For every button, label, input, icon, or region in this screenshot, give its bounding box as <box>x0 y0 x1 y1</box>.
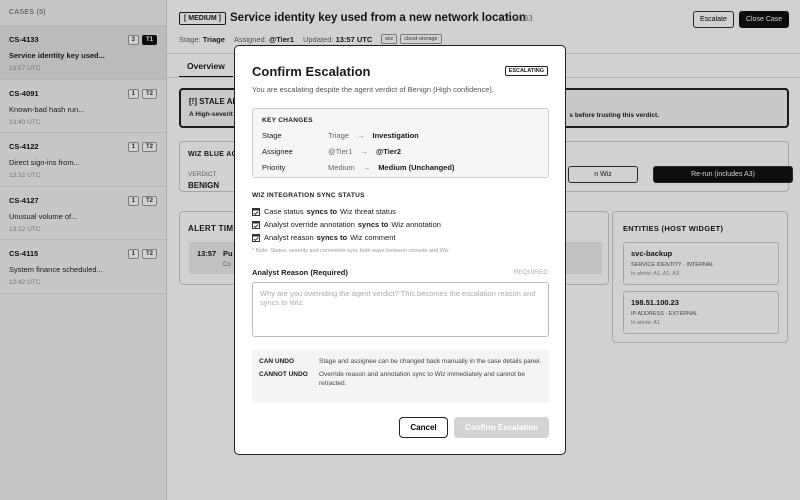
dialog-subtitle: You are escalating despite the agent ver… <box>252 85 494 94</box>
change-label: Priority <box>262 163 286 172</box>
change-label: Stage <box>262 131 282 140</box>
sync-target: Wiz threat status <box>340 207 396 216</box>
sync-status-heading: WIZ INTEGRATION SYNC STATUS <box>252 192 365 199</box>
can-undo-row: CAN UNDO Stage and assignee can be chang… <box>259 357 542 366</box>
sync-row: Analyst override annotation syncs to Wiz a… <box>252 220 441 229</box>
cannot-undo-row: CANNOT UNDO Override reason and annotati… <box>259 370 542 388</box>
key-changes-heading: KEY CHANGES <box>262 117 313 124</box>
analyst-reason-textarea[interactable] <box>252 282 549 337</box>
sync-source: Analyst reason <box>264 233 314 242</box>
change-to: @Tier2 <box>375 147 402 156</box>
sync-row: Analyst reason syncs to Wiz comment <box>252 233 395 242</box>
app: CASES (5) CS-4133 3 T1 Service identity k… <box>0 0 800 500</box>
sync-verb: syncs to <box>306 207 338 216</box>
sync-source: Case status <box>264 207 304 216</box>
cannot-undo-text: Override reason and annotation sync to W… <box>319 371 525 387</box>
can-undo-text: Stage and assignee can be changed back m… <box>319 358 542 365</box>
dialog-title: Confirm Escalation <box>252 64 371 79</box>
change-to: Medium (Unchanged) <box>378 163 455 172</box>
reason-label: Analyst Reason (Required) <box>252 268 348 277</box>
change-from: Triage <box>328 131 349 140</box>
escalating-badge: ESCALATING <box>504 66 548 76</box>
change-row: Stage Triage → Investigation <box>262 131 539 140</box>
checkbox-icon <box>252 207 260 216</box>
confirm-escalation-button[interactable]: Confirm Escalation <box>454 417 549 438</box>
change-label: Assignee <box>262 147 293 156</box>
cancel-button[interactable]: Cancel <box>399 417 448 438</box>
can-undo-label: CAN UNDO <box>259 358 295 365</box>
required-indicator: REQUIRED <box>513 269 548 276</box>
cannot-undo-label: CANNOT UNDO <box>259 371 308 378</box>
key-changes-panel: KEY CHANGES Stage Triage → Investigation… <box>252 108 549 178</box>
change-row: Priority Medium → Medium (Unchanged) <box>262 163 539 172</box>
sync-target: Wiz annotation <box>391 220 441 229</box>
sync-note: * Note: Status, severity and comments sy… <box>252 248 451 254</box>
sync-verb: syncs to <box>357 220 389 229</box>
arrow-right-icon: → <box>356 131 365 140</box>
change-row: Assignee @Tier1 → @Tier2 <box>262 147 539 156</box>
sync-source: Analyst override annotation <box>264 220 355 229</box>
confirm-escalation-dialog: Confirm Escalation ESCALATING You are es… <box>234 45 566 455</box>
checkbox-icon <box>252 220 260 229</box>
arrow-right-icon: → <box>362 163 371 172</box>
sync-row: Case status syncs to Wiz threat status <box>252 207 396 216</box>
sync-target: Wiz comment <box>350 233 396 242</box>
change-from: @Tier1 <box>328 147 353 156</box>
sync-verb: syncs to <box>316 233 348 242</box>
undo-info-panel: CAN UNDO Stage and assignee can be chang… <box>252 350 549 403</box>
change-to: Investigation <box>372 131 419 140</box>
checkbox-icon <box>252 233 260 242</box>
arrow-right-icon: → <box>360 147 368 156</box>
change-from: Medium <box>328 163 355 172</box>
